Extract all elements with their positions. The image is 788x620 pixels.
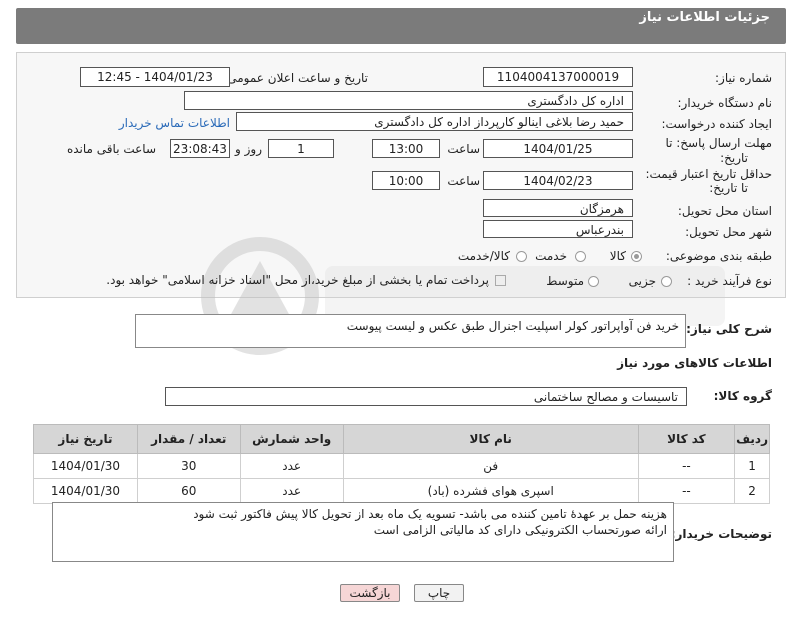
validity-time-field: 10:00 xyxy=(372,171,440,190)
cell-date: 1404/01/30 xyxy=(33,478,138,504)
col-header-name: نام کالا xyxy=(342,424,639,454)
process-radio-minor[interactable] xyxy=(661,276,672,287)
buyer-notes-label: توضیحات خریدار: xyxy=(670,527,772,541)
category-option-service: خدمت xyxy=(535,249,567,263)
description-label: شرح کلی نیاز: xyxy=(686,322,772,336)
cell-unit: عدد xyxy=(239,478,344,504)
city-field: بندرعباس xyxy=(483,220,633,238)
print-button[interactable]: چاپ xyxy=(414,584,464,602)
process-option-medium: متوسط xyxy=(546,274,584,288)
buyer-notes-field: هزینه حمل بر عهدۀ تامین کننده می باشد- ت… xyxy=(52,502,674,562)
page-title: جزئیات اطلاعات نیاز xyxy=(639,10,770,25)
back-button[interactable]: بازگشت xyxy=(340,584,400,602)
cell-name: اسپری هوای فشرده (باد) xyxy=(342,478,639,504)
min-validity-label: حداقل تاریخ اعتبار قیمت: xyxy=(645,167,772,181)
announce-label: تاریخ و ساعت اعلان عمومی: xyxy=(223,71,368,85)
validity-time-label: ساعت xyxy=(447,174,480,188)
city-label: شهر محل تحویل: xyxy=(685,225,772,239)
category-option-goods-service: کالا/خدمت xyxy=(457,249,510,263)
process-radio-medium[interactable] xyxy=(588,276,599,287)
col-header-qty: تعداد / مقدار xyxy=(136,424,241,454)
category-radio-service[interactable] xyxy=(575,251,586,262)
need-number-field: 1104004137000019 xyxy=(483,67,633,87)
col-header-unit: واحد شمارش xyxy=(239,424,344,454)
announce-field: 1404/01/23 - 12:45 xyxy=(80,67,230,87)
category-label: طبقه بندی موضوعی: xyxy=(665,249,772,263)
cell-code: -- xyxy=(637,478,736,504)
category-radio-goods-service[interactable] xyxy=(516,251,527,262)
table-header-row: ردیف کد کالا نام کالا واحد شمارش تعداد /… xyxy=(33,424,770,454)
col-header-date: تاریخ نیاز xyxy=(33,424,138,454)
buyer-org-field: اداره کل دادگستری xyxy=(184,91,633,110)
table-row: 2 -- اسپری هوای فشرده (باد) عدد 60 1404/… xyxy=(33,478,770,504)
category-option-goods: کالا xyxy=(609,249,626,263)
cell-unit: عدد xyxy=(239,453,344,479)
description-field: خرید فن آواپراتور کولر اسپلیت اجنرال طبق… xyxy=(135,314,686,348)
min-validity-label-date: تا تاریخ: xyxy=(709,181,748,195)
cell-row-number: 2 xyxy=(734,478,770,504)
goods-group-label: گروه کالا: xyxy=(713,389,772,403)
process-label: نوع فرآیند خرید : xyxy=(687,274,772,288)
items-table: ردیف کد کالا نام کالا واحد شمارش تعداد /… xyxy=(33,424,770,504)
cell-qty: 60 xyxy=(136,478,241,504)
buyer-org-label: نام دستگاه خریدار: xyxy=(677,96,773,110)
buyer-notes-line-1: هزینه حمل بر عهدۀ تامین کننده می باشد- ت… xyxy=(193,507,667,521)
deadline-label-date: تاریخ: xyxy=(720,151,748,165)
validity-date-field: 1404/02/23 xyxy=(483,171,633,190)
need-number-label: شماره نیاز: xyxy=(715,71,772,85)
cell-row-number: 1 xyxy=(734,453,770,479)
days-label: روز و xyxy=(235,142,262,156)
process-option-minor: جزیی xyxy=(628,274,656,288)
remaining-time-label: ساعت باقی مانده xyxy=(66,142,156,156)
treasury-payment-note: پرداخت تمام یا بخشی از مبلغ خرید،از محل … xyxy=(106,273,489,287)
deadline-time-label: ساعت xyxy=(447,142,480,156)
goods-group-field: تاسیسات و مصالح ساختمانی xyxy=(165,387,687,406)
cell-name: فن xyxy=(342,453,639,479)
treasury-payment-checkbox[interactable] xyxy=(495,275,506,286)
goods-info-title: اطلاعات کالاهای مورد نیاز xyxy=(617,356,772,370)
province-field: هرمزگان xyxy=(483,199,633,217)
contact-buyer-link[interactable]: اطلاعات تماس خریدار xyxy=(119,116,230,130)
province-label: استان محل تحویل: xyxy=(677,204,772,218)
cell-code: -- xyxy=(637,453,736,479)
remaining-time-field: 23:08:43 xyxy=(170,139,230,158)
buyer-notes-line-2: ارائه صورتحساب الکترونیکی دارای کد مالیا… xyxy=(373,523,667,537)
days-remaining-field: 1 xyxy=(268,139,334,158)
deadline-time-field: 13:00 xyxy=(372,139,440,158)
requester-field: حمید رضا بلاغی اینالو کارپرداز اداره کل … xyxy=(236,112,633,131)
cell-date: 1404/01/30 xyxy=(33,453,138,479)
deadline-label: مهلت ارسال پاسخ: تا xyxy=(665,136,772,150)
requester-label: ایجاد کننده درخواست: xyxy=(661,117,772,131)
category-radio-goods[interactable] xyxy=(631,251,642,262)
col-header-code: کد کالا xyxy=(637,424,736,454)
col-header-row: ردیف xyxy=(734,424,770,454)
cell-qty: 30 xyxy=(136,453,241,479)
deadline-date-field: 1404/01/25 xyxy=(483,139,633,158)
table-row: 1 -- فن عدد 30 1404/01/30 xyxy=(33,453,770,479)
